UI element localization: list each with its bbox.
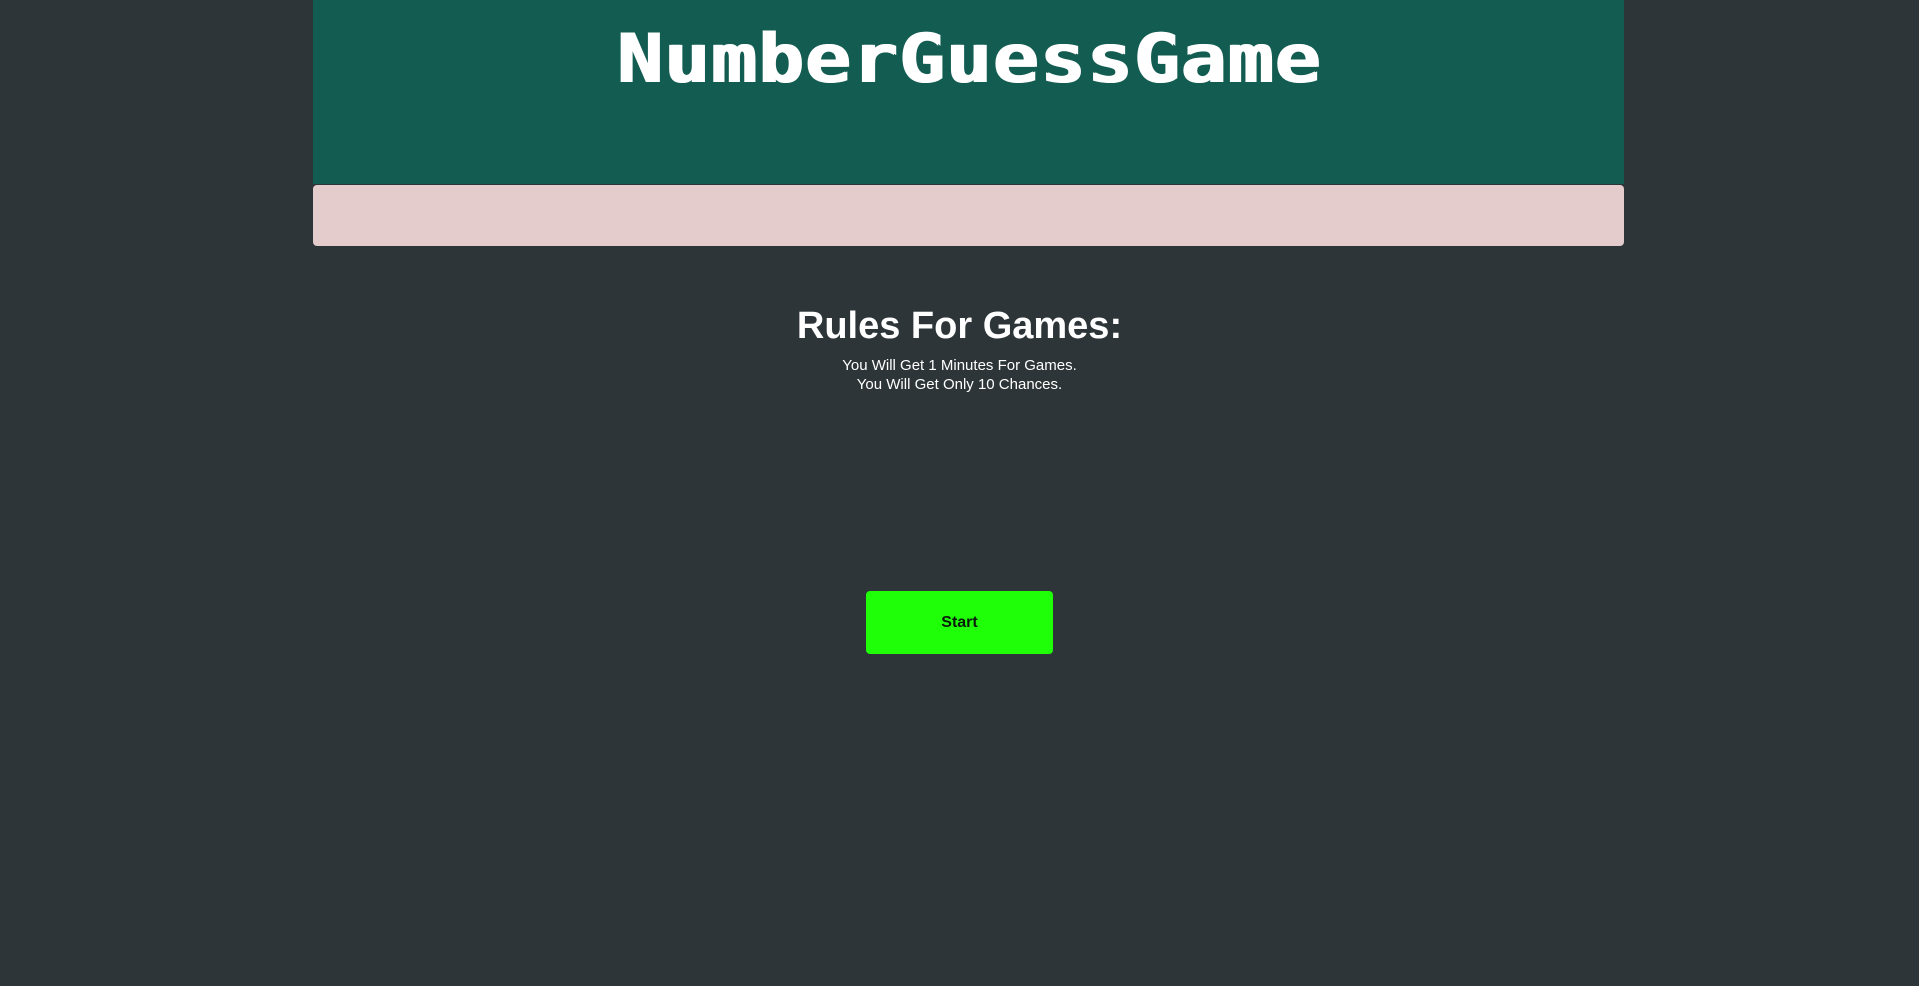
message-banner — [313, 185, 1624, 246]
rule-time-limit: You Will Get 1 Minutes For Games. — [842, 356, 1077, 374]
game-title: NumberGuessGame — [616, 20, 1321, 100]
header-bar: NumberGuessGame — [313, 0, 1624, 184]
rules-heading: Rules For Games: — [796, 305, 1123, 347]
game-page: NumberGuessGame Rules For Games: You Wil… — [0, 0, 1919, 986]
rules-section: Rules For Games: You Will Get 1 Minutes … — [0, 305, 1919, 394]
start-button[interactable]: Start — [866, 591, 1053, 654]
rule-chances: You Will Get Only 10 Chances. — [856, 375, 1063, 393]
